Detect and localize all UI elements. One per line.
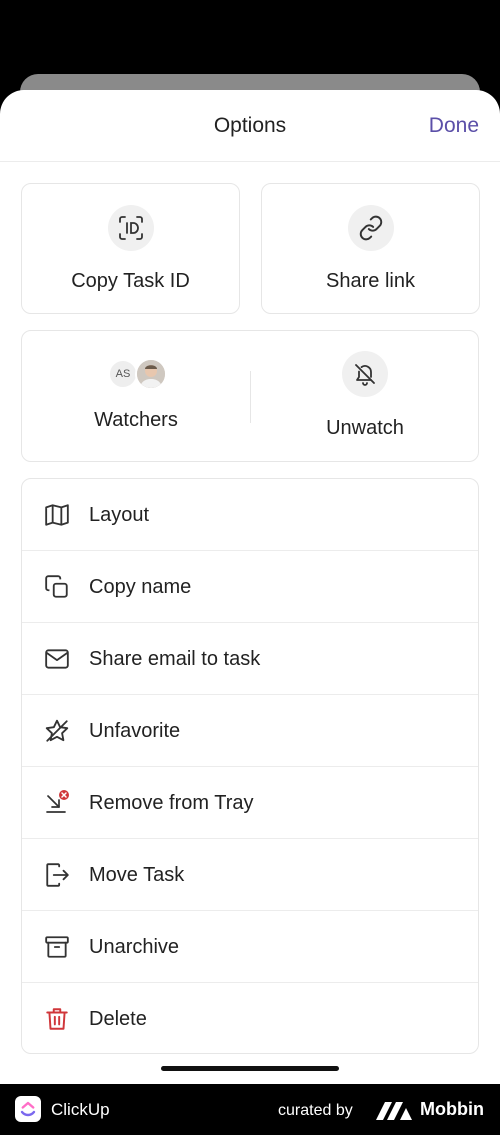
footer-bar: ClickUp curated by Mobbin <box>0 1084 500 1135</box>
email-icon <box>44 646 70 672</box>
unwatch-label: Unwatch <box>326 417 404 439</box>
options-menu: Layout Copy name Share email to task Unf… <box>21 478 479 1054</box>
menu-item-unfavorite[interactable]: Unfavorite <box>22 695 478 767</box>
copy-task-id-label: Copy Task ID <box>71 270 190 292</box>
menu-item-move-task[interactable]: Move Task <box>22 839 478 911</box>
copy-icon <box>44 574 70 600</box>
menu-item-label: Delete <box>89 1008 147 1030</box>
share-link-button[interactable]: Share link <box>261 183 480 314</box>
menu-item-layout[interactable]: Layout <box>22 479 478 551</box>
clickup-logo-icon <box>15 1096 41 1122</box>
home-indicator[interactable] <box>161 1066 339 1071</box>
app-name: ClickUp <box>51 1100 110 1119</box>
layout-map-icon <box>44 502 70 528</box>
menu-item-label: Move Task <box>89 864 185 886</box>
mobbin-brand: Mobbin <box>420 1099 484 1119</box>
menu-item-label: Unarchive <box>89 936 180 958</box>
menu-item-label: Layout <box>89 504 150 526</box>
avatar-photo <box>135 358 167 390</box>
remove-tray-icon <box>44 790 70 816</box>
options-sheet: Options Done Copy Task ID Share link AS <box>0 90 500 1084</box>
link-icon <box>348 205 394 251</box>
move-task-icon <box>44 862 70 888</box>
menu-item-copy-name[interactable]: Copy name <box>22 551 478 623</box>
menu-item-delete[interactable]: Delete <box>22 983 478 1053</box>
menu-item-label: Copy name <box>89 576 192 598</box>
curated-by-label: curated by <box>278 1102 353 1119</box>
sheet-header: Options Done <box>0 90 500 162</box>
unfavorite-star-icon <box>44 718 70 744</box>
avatar: AS <box>108 359 138 389</box>
unwatch-button[interactable]: Unwatch <box>251 331 479 461</box>
bell-off-icon <box>342 351 388 397</box>
trash-icon <box>44 1006 70 1032</box>
mobbin-logo-icon <box>376 1102 412 1120</box>
sheet-title: Options <box>213 114 287 137</box>
menu-item-share-email[interactable]: Share email to task <box>22 623 478 695</box>
menu-item-label: Remove from Tray <box>89 792 254 814</box>
watchers-button[interactable]: AS Watchers <box>22 331 250 461</box>
id-badge-icon <box>108 205 154 251</box>
share-link-label: Share link <box>326 270 415 292</box>
watch-card: AS Watchers Unwatch <box>21 330 479 462</box>
menu-item-unarchive[interactable]: Unarchive <box>22 911 478 983</box>
menu-item-remove-from-tray[interactable]: Remove from Tray <box>22 767 478 839</box>
done-button[interactable]: Done <box>429 114 479 138</box>
unarchive-icon <box>44 934 70 960</box>
copy-task-id-button[interactable]: Copy Task ID <box>21 183 240 314</box>
menu-item-label: Share email to task <box>89 648 261 670</box>
menu-item-label: Unfavorite <box>89 720 181 742</box>
watchers-label: Watchers <box>94 409 178 431</box>
